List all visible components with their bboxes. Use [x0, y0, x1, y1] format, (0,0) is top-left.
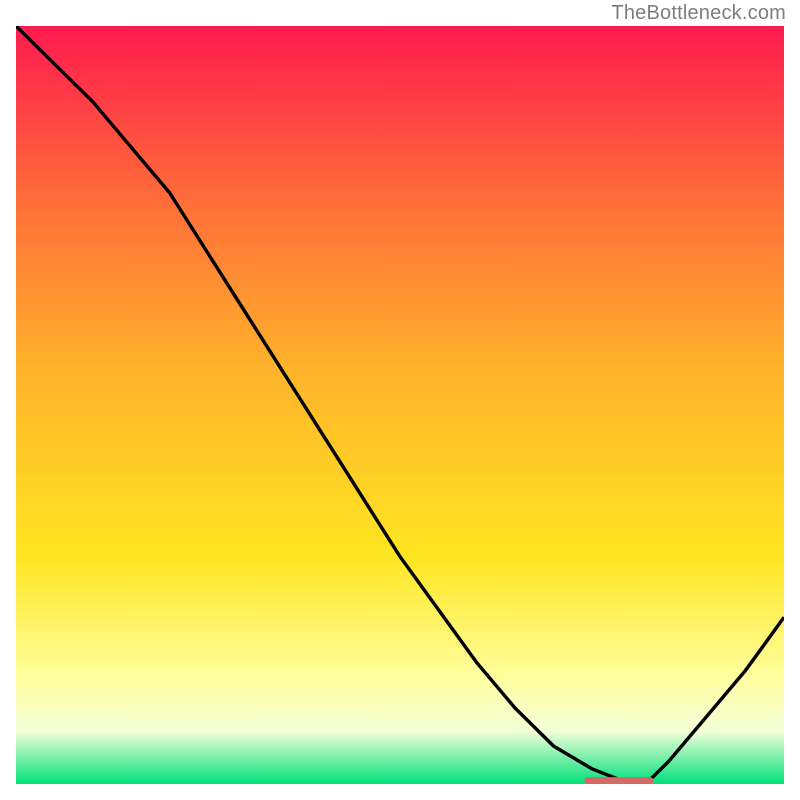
watermark-text: TheBottleneck.com: [611, 2, 786, 25]
plateau-highlight-marker: [584, 777, 653, 784]
chart-line-layer: [16, 26, 784, 784]
chart-plot-area: [16, 26, 784, 784]
bottleneck-curve: [16, 26, 784, 784]
